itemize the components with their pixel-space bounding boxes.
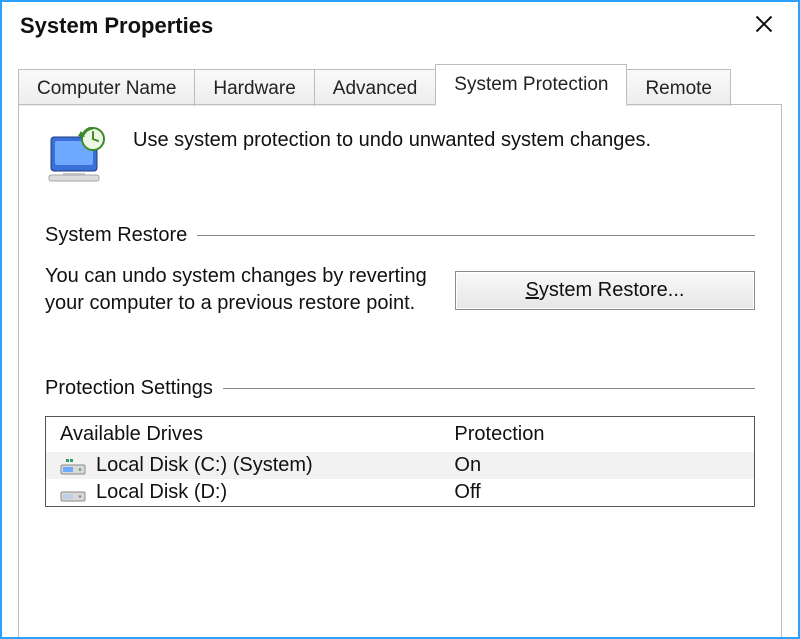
disk-icon	[60, 483, 86, 503]
drive-protection-value: Off	[454, 481, 740, 504]
group-label-system-restore: System Restore	[45, 224, 187, 247]
close-icon	[754, 14, 774, 39]
tab-advanced[interactable]: Advanced	[314, 69, 437, 106]
tabstrip: Computer Name Hardware Advanced System P…	[18, 64, 782, 105]
drive-name: Local Disk (C:) (System)	[96, 454, 313, 477]
titlebar: System Properties	[2, 2, 798, 48]
tab-hardware[interactable]: Hardware	[194, 69, 314, 106]
group-header-system-restore: System Restore	[45, 224, 755, 247]
group-divider	[197, 235, 755, 236]
system-restore-row: You can undo system changes by reverting…	[45, 263, 755, 317]
intro-row: Use system protection to undo unwanted s…	[45, 127, 755, 188]
group-label-protection-settings: Protection Settings	[45, 377, 213, 400]
table-row[interactable]: Local Disk (D:) Off	[46, 479, 754, 506]
drive-protection-value: On	[454, 454, 740, 477]
tab-computer-name[interactable]: Computer Name	[18, 69, 195, 106]
window-title: System Properties	[20, 13, 213, 39]
drive-name: Local Disk (D:)	[96, 481, 227, 504]
table-row[interactable]: Local Disk (C:) (System) On	[46, 452, 754, 479]
system-properties-window: System Properties Computer Name Hardware…	[0, 0, 800, 639]
close-button[interactable]	[744, 10, 784, 42]
group-header-protection-settings: Protection Settings	[45, 377, 755, 400]
button-rest-text: ystem Restore...	[539, 279, 685, 301]
drives-table-header: Available Drives Protection	[46, 417, 754, 452]
column-header-available-drives: Available Drives	[60, 423, 454, 446]
system-restore-icon	[45, 127, 113, 188]
column-header-protection: Protection	[454, 423, 740, 446]
tab-remote[interactable]: Remote	[626, 69, 731, 106]
intro-text: Use system protection to undo unwanted s…	[133, 129, 651, 152]
tab-panel-system-protection: Use system protection to undo unwanted s…	[18, 105, 782, 639]
drives-table: Available Drives Protection Local D	[45, 416, 755, 507]
button-hotkey-char: S	[526, 279, 539, 301]
tab-system-protection[interactable]: System Protection	[435, 64, 627, 105]
system-restore-button[interactable]: System Restore...	[455, 271, 755, 310]
group-divider	[223, 388, 755, 389]
system-restore-description: You can undo system changes by reverting…	[45, 263, 435, 317]
disk-system-icon	[60, 456, 86, 476]
